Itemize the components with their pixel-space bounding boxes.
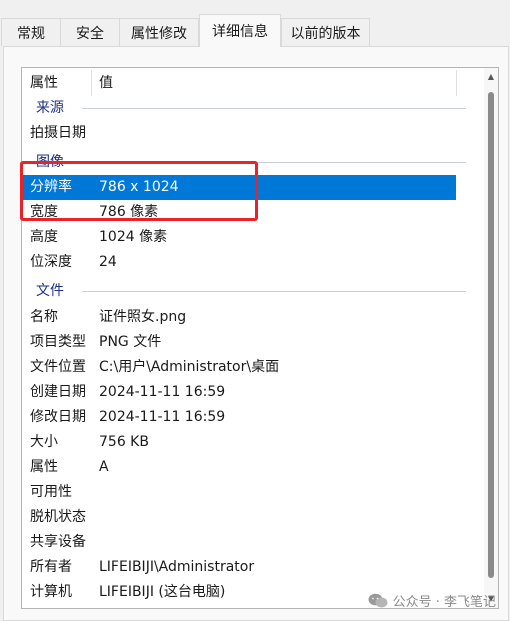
property-name: 位深度 [30,254,72,270]
property-name: 大小 [30,434,58,450]
property-value: 24 [99,254,117,270]
column-divider[interactable] [456,70,457,96]
watermark-text: 公众号 · 李飞笔记 [392,595,496,610]
tab-security[interactable]: 安全 [60,18,120,46]
property-name: 拍摄日期 [30,125,86,141]
list-item[interactable]: 所有者 LIFEIBIJI\Administrator [22,555,488,580]
property-name: 共享设备 [30,534,86,550]
property-name: 高度 [30,229,58,245]
watermark: 公众号 · 李飞笔记 [368,591,496,610]
column-divider[interactable] [91,70,92,96]
tab-general[interactable]: 常规 [1,18,61,46]
group-divider [82,291,466,292]
property-value: 756 KB [99,434,149,450]
property-value: LIFEIBIJI\Administrator [99,559,255,575]
scroll-thumb[interactable] [488,92,494,578]
property-name: 文件位置 [30,359,86,375]
list-item[interactable]: 拍摄日期 [22,121,488,146]
group-label: 文件 [36,283,64,299]
list-item[interactable]: 位深度 24 [22,250,488,275]
property-name: 属性 [30,459,58,475]
tab-details[interactable]: 详细信息 [199,14,281,47]
group-source: 来源 [22,97,472,119]
property-name: 项目类型 [30,334,86,350]
tab-strip: 常规 安全 属性修改 详细信息 以前的版本 [0,0,510,47]
tab-previous-versions[interactable]: 以前的版本 [281,18,370,46]
list-header: 属性 值 [22,68,498,98]
property-value: C:\用户\Administrator\桌面 [99,359,280,375]
property-name: 计算机 [30,584,72,600]
property-value: 2024-11-11 16:59 [99,409,226,425]
property-value: A [99,459,109,475]
tab-attribute-edit[interactable]: 属性修改 [119,18,199,46]
annotation-highlight-box [20,161,258,221]
list-item[interactable]: 属性 A [22,455,488,480]
property-name: 脱机状态 [30,509,86,525]
list-item[interactable]: 文件位置 C:\用户\Administrator\桌面 [22,355,488,380]
list-item[interactable]: 可用性 [22,480,488,505]
property-name: 名称 [30,309,58,325]
property-value: 2024-11-11 16:59 [99,384,226,400]
property-name: 所有者 [30,559,72,575]
group-file: 文件 [22,280,472,302]
vertical-scrollbar[interactable]: ▲ ▼ [484,68,498,608]
list-item[interactable]: 名称 证件照女.png [22,305,488,330]
list-item[interactable]: 项目类型 PNG 文件 [22,330,488,355]
group-divider [82,108,466,109]
scroll-up-arrow-icon[interactable]: ▲ [486,71,496,83]
property-list[interactable]: 属性 值 来源 拍摄日期 图像 分辨率 786 x 1024 宽度 786 像素… [21,67,499,609]
column-header-value[interactable]: 值 [99,68,113,98]
list-item[interactable]: 创建日期 2024-11-11 16:59 [22,380,488,405]
list-item[interactable]: 脱机状态 [22,505,488,530]
property-name: 修改日期 [30,409,86,425]
list-item[interactable]: 高度 1024 像素 [22,225,488,250]
wechat-icon [368,593,388,608]
group-label: 来源 [36,100,64,116]
property-value: 1024 像素 [99,229,168,245]
property-name: 可用性 [30,484,72,500]
property-value: LIFEIBIJI (这台电脑) [99,584,226,600]
list-item[interactable]: 大小 756 KB [22,430,488,455]
property-value: PNG 文件 [99,334,162,350]
list-item[interactable]: 共享设备 [22,530,488,555]
property-name: 创建日期 [30,384,86,400]
list-item[interactable]: 修改日期 2024-11-11 16:59 [22,405,488,430]
column-header-property[interactable]: 属性 [30,68,58,98]
property-value: 证件照女.png [99,309,187,325]
